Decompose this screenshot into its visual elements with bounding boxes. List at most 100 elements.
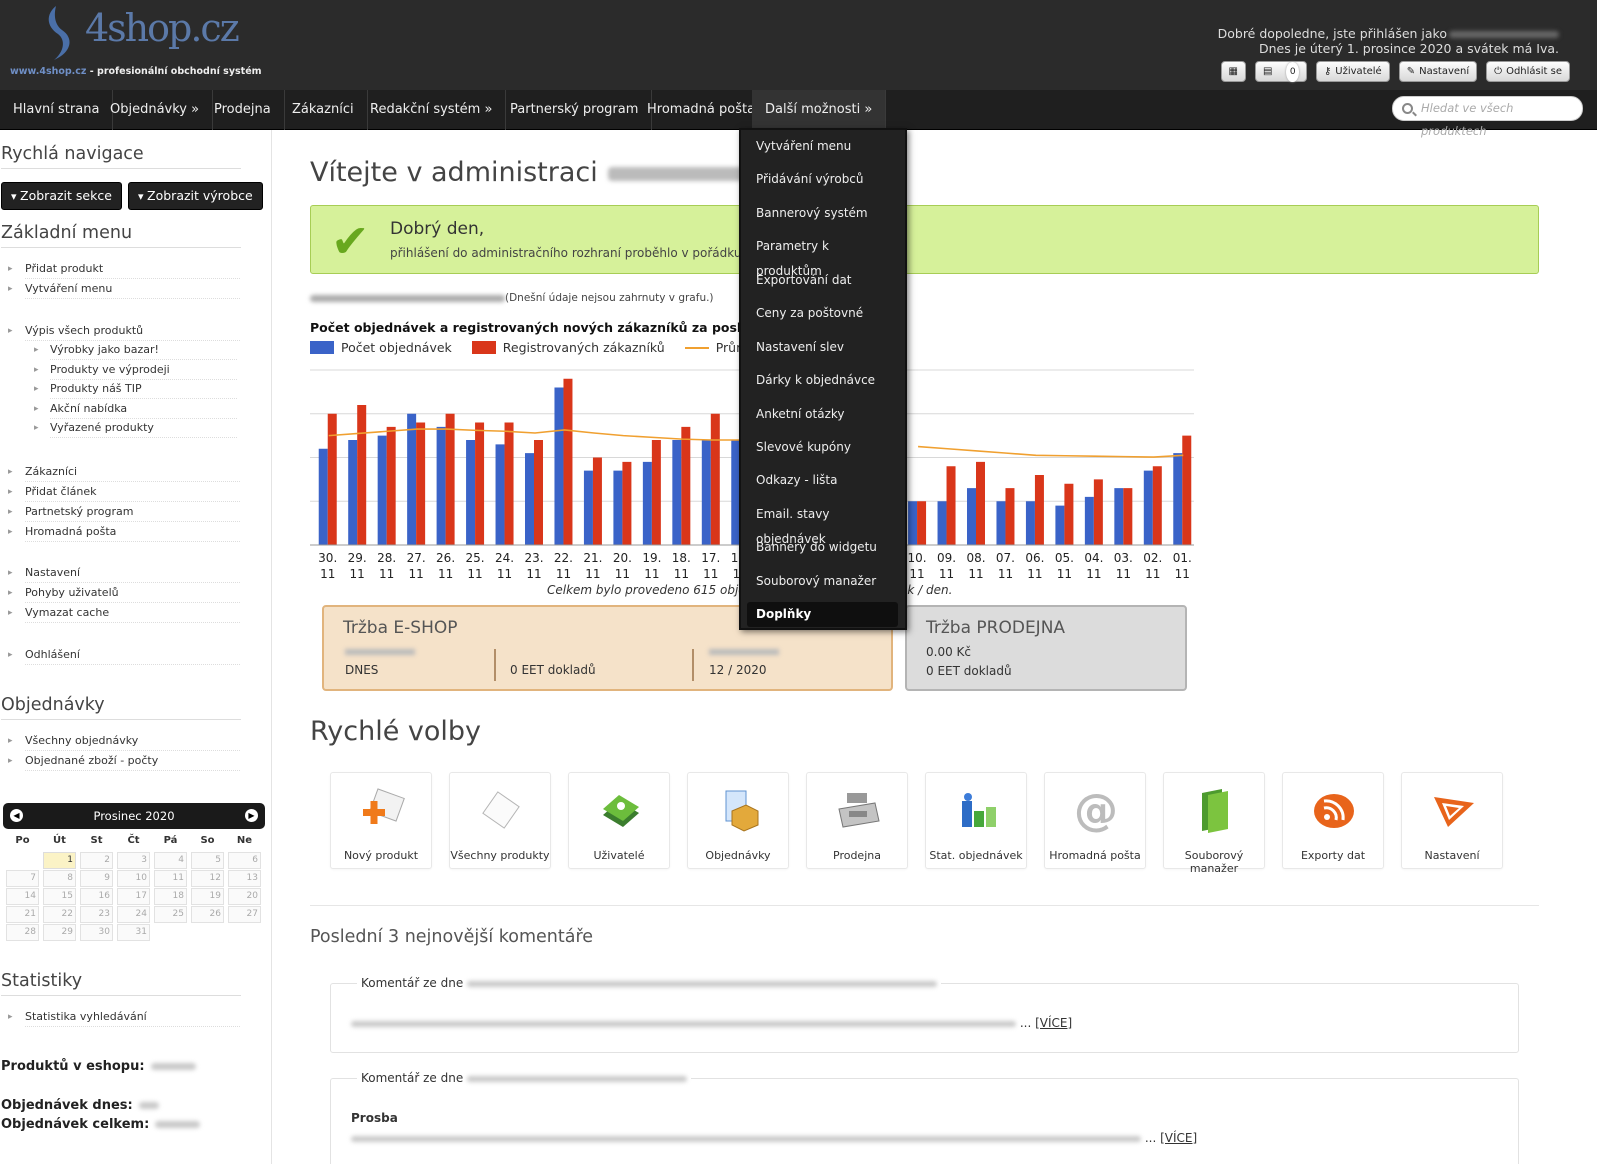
dd-menu-create[interactable]: Vytváření menu (747, 134, 898, 159)
calendar-button[interactable]: ▦ (1220, 61, 1246, 82)
dd-gifts[interactable]: Dárky k objednávce (747, 368, 898, 393)
calendar-day[interactable]: 24 (117, 906, 150, 923)
sidebar-item-offer[interactable]: Akční nabídka (34, 400, 237, 419)
tile-settings[interactable]: Nastavení (1401, 772, 1503, 869)
sidebar-item-mailing[interactable]: Hromadná pošta (8, 523, 240, 542)
calendar-prev-icon[interactable]: ◀ (10, 809, 23, 822)
dd-coupons[interactable]: Slevové kupóny (747, 435, 898, 460)
settings-button[interactable]: ✎ Nastavení (1398, 61, 1478, 82)
nav-store[interactable]: Prodejna (201, 90, 285, 130)
calendar-day[interactable]: 13 (228, 870, 261, 887)
calendar-day[interactable]: 2 (80, 852, 113, 869)
calendar-day[interactable]: 17 (117, 888, 150, 905)
nav-cms[interactable]: Redakční systém » (357, 90, 507, 130)
tile-label: Prodejna (833, 849, 881, 862)
sidebar-item-products[interactable]: Výpis všech produktů (8, 322, 240, 341)
tile-exports[interactable]: Exporty dat (1282, 772, 1384, 869)
sidebar-item-sale[interactable]: Produkty ve výprodeji (34, 361, 237, 380)
calendar-day[interactable]: 29 (43, 924, 76, 941)
logo-text[interactable]: 4shop.cz (85, 6, 240, 50)
dd-file-manager[interactable]: Souborový manažer (747, 569, 898, 594)
sidebar-item-ordered-goods[interactable]: Objednané zboží - počty (8, 752, 240, 771)
users-button[interactable]: ⚷ Uživatelé (1315, 61, 1390, 82)
calendar-day[interactable]: 11 (154, 870, 187, 887)
sidebar-item-menu[interactable]: Vytváření menu (8, 280, 240, 299)
dd-polls[interactable]: Anketní otázky (747, 402, 898, 427)
calendar-day[interactable]: 30 (80, 924, 113, 941)
nav-customers[interactable]: Zákazníci (279, 90, 368, 130)
dd-product-params[interactable]: Parametry k produktům (747, 234, 898, 278)
tile-store[interactable]: Prodejna (806, 772, 908, 869)
calendar-next-icon[interactable]: ▶ (245, 809, 258, 822)
nav-mailing[interactable]: Hromadná pošta (634, 90, 770, 130)
dd-banners[interactable]: Bannerový systém (747, 201, 898, 226)
dd-add-makers[interactable]: Přidávání výrobců (747, 167, 898, 192)
sidebar-item-search-stats[interactable]: Statistika vyhledávání (8, 1008, 240, 1027)
calendar-day[interactable]: 16 (80, 888, 113, 905)
chart-bar-orders (1025, 501, 1035, 545)
calendar-day[interactable]: 26 (191, 906, 224, 923)
tile-users[interactable]: Uživatelé (568, 772, 670, 869)
comment-more-link[interactable]: [VÍCE] (1035, 1016, 1072, 1030)
calendar-day[interactable]: 15 (43, 888, 76, 905)
calendar-day[interactable]: 7 (6, 870, 39, 887)
search-input[interactable]: Hledat ve všech produktech (1392, 96, 1583, 138)
chart-bar-customers (386, 426, 396, 545)
tile-mailing[interactable]: @ Hromadná pošta (1044, 772, 1146, 869)
sidebar-item-clear-cache[interactable]: Vymazat cache (8, 604, 240, 623)
tile-all-products[interactable]: Všechny produkty (449, 772, 551, 869)
calendar-day[interactable]: 21 (6, 906, 39, 923)
sidebar-item-add-article[interactable]: Přidat článek (8, 483, 240, 502)
calendar-day[interactable]: 20 (228, 888, 261, 905)
calendar-day[interactable]: 22 (43, 906, 76, 923)
calendar-day[interactable]: 28 (6, 924, 39, 941)
calendar-day[interactable]: 8 (43, 870, 76, 887)
sidebar-item-customers[interactable]: Zákazníci (8, 463, 240, 482)
sidebar-item-settings[interactable]: Nastavení (8, 564, 240, 583)
show-makers-button[interactable]: Zobrazit výrobce (128, 182, 263, 210)
tile-new-product[interactable]: Nový produkt (330, 772, 432, 869)
nav-orders[interactable]: Objednávky » (97, 90, 214, 130)
calendar-day[interactable]: 1 (43, 852, 76, 869)
dd-discounts[interactable]: Nastavení slev (747, 335, 898, 360)
calendar-day[interactable]: 18 (154, 888, 187, 905)
dd-addons[interactable]: Doplňky (747, 602, 898, 627)
calendar-day[interactable]: 31 (117, 924, 150, 941)
dd-shipping-prices[interactable]: Ceny za poštovné (747, 301, 898, 326)
dd-links-bar[interactable]: Odkazy - lišta (747, 468, 898, 493)
dd-email-states[interactable]: Email. stavy objednávek (747, 502, 898, 546)
sidebar-item-bazar[interactable]: Výrobky jako bazar! (34, 341, 237, 360)
calendar-day[interactable]: 19 (191, 888, 224, 905)
sidebar-item-all-orders[interactable]: Všechny objednávky (8, 732, 240, 751)
calendar-day[interactable]: 27 (228, 906, 261, 923)
calendar-day[interactable]: 3 (117, 852, 150, 869)
notifications-button[interactable]: ▤ 0 (1254, 61, 1307, 82)
calendar-day[interactable]: 12 (191, 870, 224, 887)
sidebar-item-add-product[interactable]: Přidat produkt (8, 260, 240, 279)
calendar-day[interactable]: 9 (80, 870, 113, 887)
tile-order-stats[interactable]: Stat. objednávek (925, 772, 1027, 869)
nav-partner[interactable]: Partnerský program (497, 90, 653, 130)
tile-file-manager[interactable]: Souborový manažer (1163, 772, 1265, 875)
tile-orders[interactable]: Objednávky (687, 772, 789, 869)
chart-tick-label: 11 (939, 567, 954, 580)
dd-export[interactable]: Exportování dat (747, 268, 898, 293)
show-sections-button[interactable]: Zobrazit sekce (1, 182, 122, 210)
sidebar-item-logout[interactable]: Odhlášení (8, 646, 240, 665)
sidebar-item-removed[interactable]: Vyřazené produkty (34, 419, 237, 438)
calendar-day[interactable]: 5 (191, 852, 224, 869)
calendar-day[interactable]: 14 (6, 888, 39, 905)
calendar-day[interactable]: 25 (154, 906, 187, 923)
calendar-day[interactable]: 23 (80, 906, 113, 923)
nav-more[interactable]: Další možnosti » (752, 90, 887, 130)
sidebar-item-tip[interactable]: Produkty náš TIP (34, 380, 237, 399)
comment-more-link[interactable]: [VÍCE] (1160, 1131, 1197, 1145)
calendar-day[interactable]: 6 (228, 852, 261, 869)
dd-widget-banners[interactable]: Bannery do widgetu (747, 535, 898, 560)
logout-button[interactable]: ⏻ Odhlásit se (1486, 61, 1570, 82)
sidebar-item-user-moves[interactable]: Pohyby uživatelů (8, 584, 240, 603)
chart-tick-label: 11 (556, 567, 571, 580)
calendar-day[interactable]: 10 (117, 870, 150, 887)
calendar-day[interactable]: 4 (154, 852, 187, 869)
sidebar-item-partner[interactable]: Partnetský program (8, 503, 240, 522)
